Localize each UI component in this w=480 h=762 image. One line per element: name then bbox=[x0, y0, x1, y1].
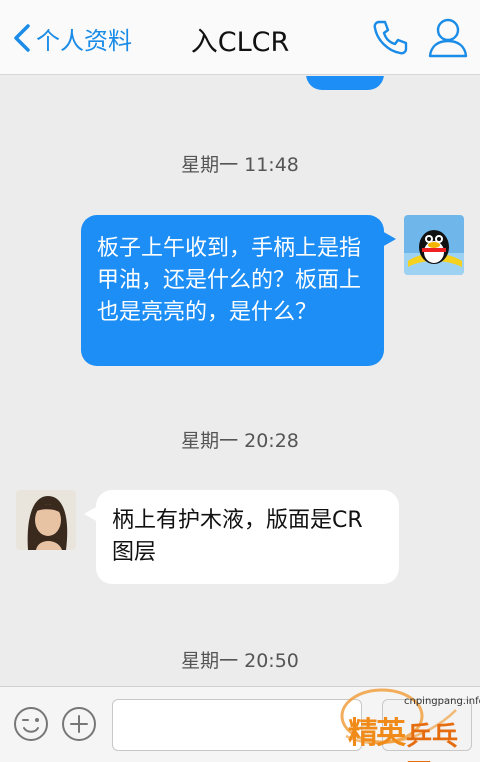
contact-photo-icon bbox=[16, 490, 76, 550]
chat-screen: 个人资料 入CLCR 星期一 11:48 板子上午收到，手柄上是指甲油，还是什么… bbox=[0, 0, 480, 762]
previous-message-bubble[interactable] bbox=[306, 76, 384, 90]
plus-icon bbox=[62, 707, 96, 741]
timestamp: 星期一 20:50 bbox=[181, 650, 299, 672]
message-text: 柄上有护木液，版面是CR图层 bbox=[112, 508, 363, 565]
timestamp: 星期一 20:28 bbox=[181, 430, 299, 452]
top-bar: 个人资料 入CLCR bbox=[0, 0, 480, 75]
incoming-message-bubble[interactable]: 柄上有护木液，版面是CR图层 bbox=[84, 490, 399, 584]
call-button[interactable] bbox=[370, 18, 410, 58]
contact-avatar[interactable] bbox=[16, 490, 76, 550]
message-text: 板子上午收到，手柄上是指甲油，还是什么的？板面上也是亮亮的，是什么？ bbox=[97, 236, 362, 325]
my-avatar[interactable] bbox=[404, 215, 464, 275]
message-input[interactable] bbox=[112, 699, 362, 751]
outgoing-message-bubble[interactable]: 板子上午收到，手柄上是指甲油，还是什么的？板面上也是亮亮的，是什么？ bbox=[81, 215, 396, 366]
user-profile-icon bbox=[428, 18, 468, 58]
watermark-text-a: 精英 bbox=[348, 716, 406, 751]
more-options-button[interactable] bbox=[60, 705, 98, 743]
emoji-icon bbox=[14, 707, 48, 741]
timestamp: 星期一 11:48 bbox=[181, 154, 299, 176]
phone-icon bbox=[373, 20, 408, 55]
watermark-text-b: 乒乓网 bbox=[406, 722, 459, 762]
emoji-button[interactable] bbox=[12, 705, 50, 743]
watermark-url: cnpingpang.info bbox=[404, 696, 480, 707]
contact-profile-button[interactable] bbox=[426, 16, 470, 58]
penguin-avatar-icon bbox=[404, 215, 464, 275]
message-list[interactable]: 星期一 11:48 板子上午收到，手柄上是指甲油，还是什么的？板面上也是亮亮的，… bbox=[0, 76, 480, 686]
